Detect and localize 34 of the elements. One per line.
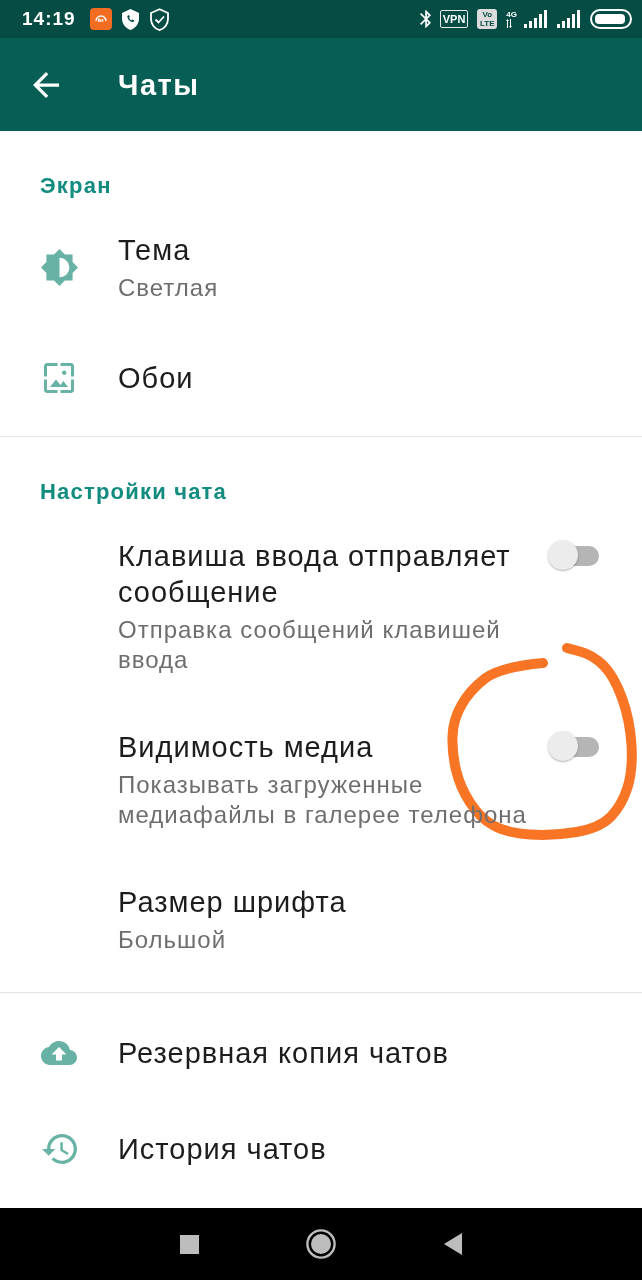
setting-title: Резервная копия чатов [118, 1036, 450, 1071]
setting-title: Обои [118, 361, 195, 396]
shield-check-icon [148, 7, 170, 31]
square-icon [179, 1234, 199, 1254]
data-arrows-icon [506, 19, 513, 28]
history-icon [41, 1134, 77, 1164]
triangle-icon [444, 1233, 462, 1255]
volte-badge: Vo LTE [477, 9, 498, 29]
setting-title: Размер шрифта [118, 885, 348, 920]
setting-title: Видимость медиа [118, 730, 375, 765]
signal-icon [557, 10, 581, 28]
vpn-badge: VPN [439, 10, 469, 28]
setting-title: Тема [118, 233, 192, 268]
app-notification-icon [89, 8, 112, 30]
setting-title: История чатов [118, 1132, 328, 1167]
circle-icon [306, 1229, 336, 1259]
screen-title: Чаты [118, 67, 200, 103]
wallpaper-icon [44, 363, 74, 393]
status-time: 14:19 [22, 8, 76, 30]
setting-subtitle: Отправка сообщений клавишей ввода [118, 615, 502, 675]
section-header: Экран [39, 172, 113, 200]
signal-icon [524, 10, 548, 28]
shield-phone-icon [121, 8, 139, 30]
setting-subtitle: Светлая [118, 273, 220, 303]
cloud-upload-icon [41, 1041, 77, 1065]
section-header: Настройки чата [39, 478, 228, 506]
bluetooth-icon [419, 10, 431, 28]
setting-title: Клавиша ввода отправляет сообщение [118, 539, 512, 610]
back-button[interactable] [33, 71, 59, 98]
setting-subtitle: Большой [118, 925, 228, 955]
battery-icon [590, 9, 632, 29]
network-type-label: 4G [506, 10, 517, 19]
arrow-left-icon [33, 71, 59, 98]
brightness-icon [40, 249, 78, 286]
